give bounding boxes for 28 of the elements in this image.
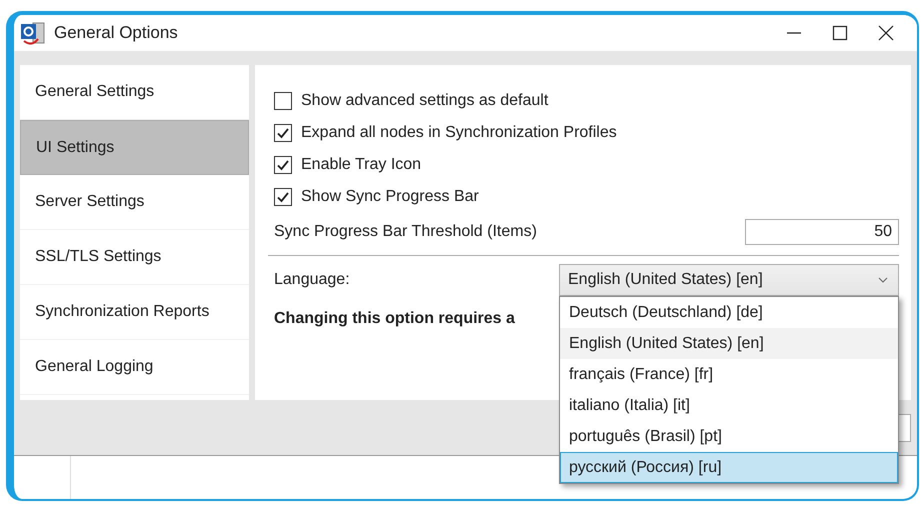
dropdown-option[interactable]: português (Brasil) [pt] bbox=[560, 421, 898, 452]
threshold-label: Sync Progress Bar Threshold (Items) bbox=[274, 223, 537, 241]
language-label: Language: bbox=[274, 271, 350, 289]
checkbox[interactable] bbox=[274, 188, 292, 206]
dropdown-option[interactable]: français (France) [fr] bbox=[560, 359, 898, 390]
checkbox[interactable] bbox=[274, 92, 292, 110]
dropdown-option[interactable]: italiano (Italia) [it] bbox=[560, 390, 898, 421]
close-icon bbox=[878, 25, 894, 41]
checkbox-label: Expand all nodes in Synchronization Profiles bbox=[301, 124, 617, 142]
checkbox-label: Show Sync Progress Bar bbox=[301, 188, 479, 206]
sidebar-item[interactable]: UI Settings bbox=[20, 120, 249, 175]
app-logo-icon bbox=[20, 21, 46, 45]
checkbox-label: Show advanced settings as default bbox=[301, 92, 548, 110]
minimize-icon bbox=[787, 32, 801, 34]
dropdown-option[interactable]: English (United States) [en] bbox=[560, 328, 898, 359]
restart-note: Changing this option requires a bbox=[274, 310, 515, 327]
threshold-field[interactable]: 50 bbox=[745, 219, 899, 245]
dropdown-option[interactable]: Deutsch (Deutschland) [de] bbox=[560, 297, 898, 328]
checkmark-icon bbox=[276, 190, 290, 204]
dropdown-option[interactable]: русский (Россия) [ru] bbox=[560, 452, 898, 483]
maximize-icon bbox=[832, 25, 848, 41]
window-title: General Options bbox=[54, 23, 179, 43]
checkbox[interactable] bbox=[274, 124, 292, 142]
checkmark-icon bbox=[276, 126, 290, 140]
checkbox[interactable] bbox=[274, 156, 292, 174]
chevron-down-icon bbox=[878, 277, 888, 283]
checkmark-icon bbox=[276, 158, 290, 172]
checkbox-label: Enable Tray Icon bbox=[301, 156, 422, 174]
